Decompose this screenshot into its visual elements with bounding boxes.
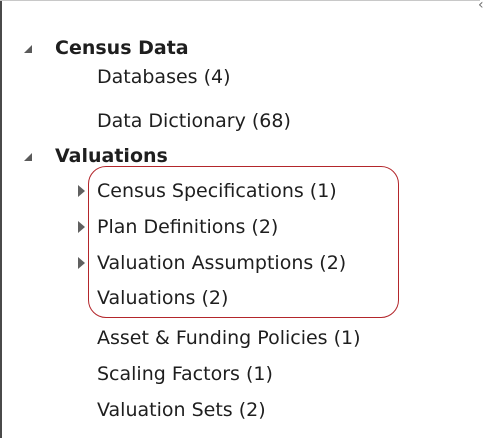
tree-node-label: Valuation Sets (2) (97, 399, 266, 421)
triangle-expanded-icon[interactable] (24, 45, 32, 53)
tree-node-label: Scaling Factors (1) (97, 363, 273, 385)
highlight-annotation (88, 166, 399, 318)
tree-node-census-data[interactable]: Census Data (20, 33, 480, 63)
tree-node-label: Census Data (55, 37, 189, 59)
triangle-collapsed-icon[interactable] (78, 257, 85, 269)
panel-left-border (0, 0, 2, 438)
tree-node-label: Data Dictionary (68) (97, 110, 291, 132)
tree-node-label: Databases (4) (97, 66, 231, 88)
triangle-collapsed-icon[interactable] (78, 221, 85, 233)
chevron-left-icon[interactable]: ‹ (478, 0, 492, 13)
triangle-expanded-icon[interactable] (24, 153, 32, 161)
tree-node-label: Asset & Funding Policies (1) (97, 327, 361, 349)
panel-top-border (0, 0, 480, 1)
triangle-collapsed-icon[interactable] (78, 185, 85, 197)
